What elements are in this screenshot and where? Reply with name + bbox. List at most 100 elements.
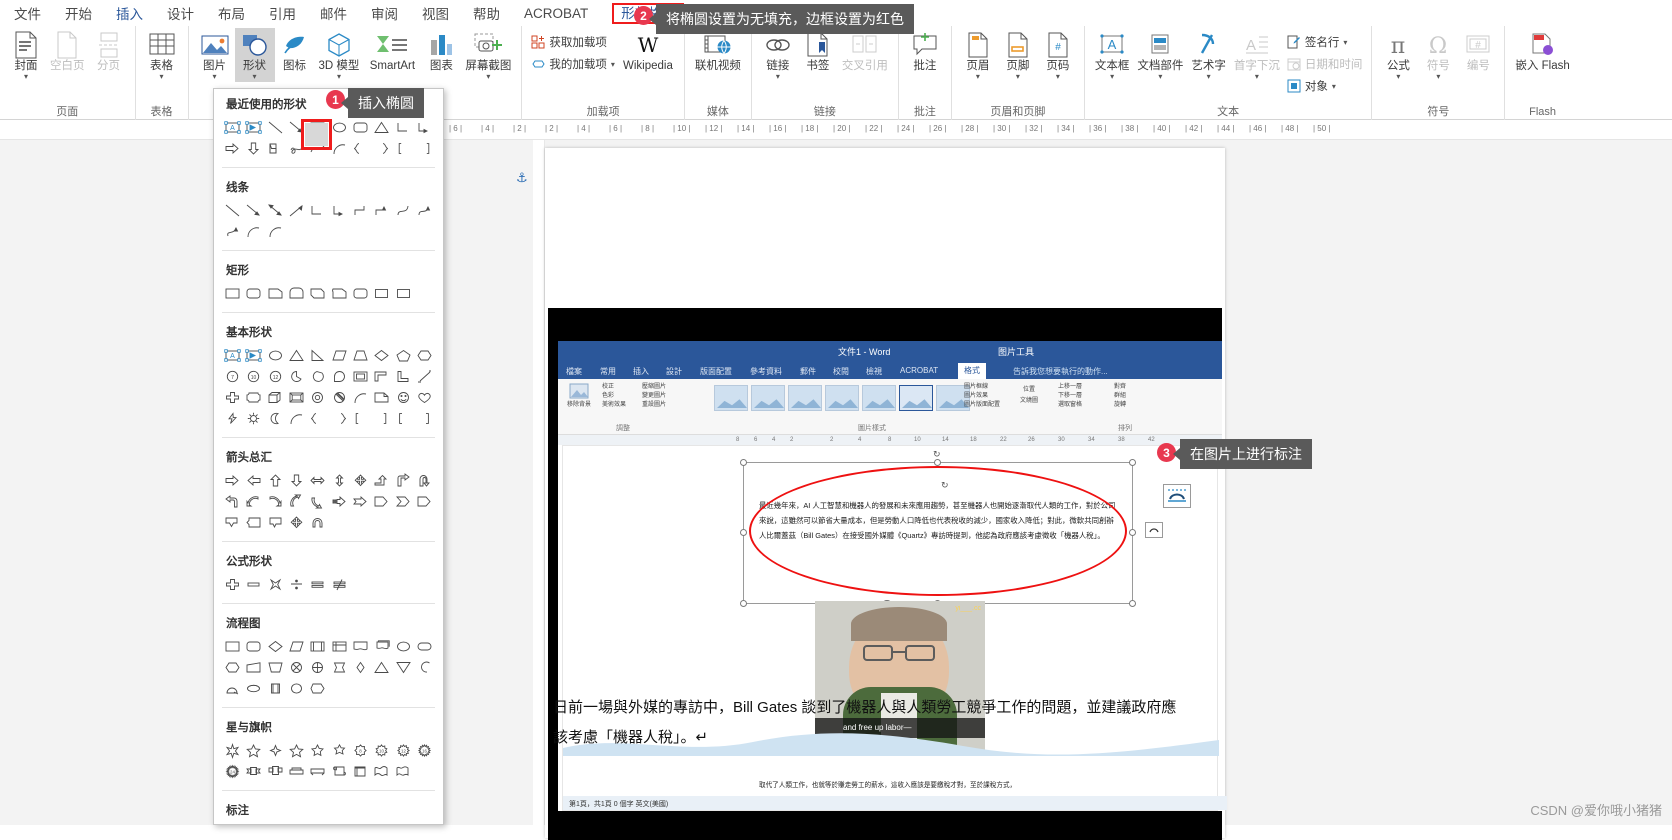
resize-handle[interactable] — [934, 459, 941, 466]
embedded-arrange-group[interactable]: 上移一層 下移一層 選取窗格 — [1058, 383, 1082, 410]
embedded-page[interactable]: ↻ ↻ 最近幾年來，AI 人工智慧和機器人的發展和未來應用趨勢，甚至機器人也開始… — [562, 445, 1227, 811]
vertical-ruler[interactable] — [533, 140, 545, 825]
equation-button[interactable]: π 公式 ▾ — [1378, 28, 1418, 82]
embedded-bring-forward-label[interactable]: 上移一層 — [1058, 383, 1082, 392]
shape-cross[interactable] — [222, 387, 243, 408]
shape-triangle[interactable] — [371, 117, 392, 138]
smartart-button[interactable]: SmartArt — [363, 28, 421, 75]
embedded-change-pic-label[interactable]: 變更圖片 — [642, 392, 666, 401]
shape-rect3[interactable] — [392, 283, 413, 304]
shape-ribbon2[interactable] — [265, 761, 286, 782]
link-button[interactable]: 链接 ▾ — [758, 28, 798, 82]
chart-button[interactable]: 图表 — [421, 28, 461, 75]
chevron-down-icon[interactable]: ▾ — [24, 73, 28, 81]
embedded-tab-file[interactable]: 檔案 — [566, 366, 582, 377]
shape-braceL[interactable] — [350, 408, 371, 429]
shape-curve4[interactable] — [222, 221, 243, 242]
shape-elbow2[interactable] — [414, 117, 435, 138]
embedded-adjust-small-buttons[interactable]: 校正 色彩 美術效果 — [602, 383, 626, 410]
shape-magDrum[interactable] — [286, 678, 307, 699]
shape-star5b[interactable] — [243, 740, 264, 761]
3d-model-button[interactable]: 3D 模型 ▾ — [315, 28, 364, 82]
embedded-tab-insert[interactable]: 插入 — [633, 366, 649, 377]
embedded-compress-label[interactable]: 壓縮圖片 — [642, 383, 666, 392]
shape-multidoc[interactable] — [371, 636, 392, 657]
embedded-remove-bg-button[interactable]: 移除背景 — [564, 383, 594, 417]
gallery-grid-lines[interactable] — [214, 198, 443, 246]
shape-stripedR[interactable] — [328, 491, 349, 512]
shape-elbow2[interactable] — [328, 200, 349, 221]
gallery-grid-arrows[interactable] — [214, 468, 443, 537]
ribbon-tab-design[interactable]: 设计 — [155, 1, 206, 25]
shape-elbow3[interactable] — [350, 200, 371, 221]
shape-smiley[interactable] — [392, 387, 413, 408]
header-button[interactable]: 页眉 ▾ — [958, 28, 998, 82]
embedded-pic-effects-label[interactable]: 圖片效果 — [964, 392, 1000, 401]
shape-braceL[interactable] — [392, 138, 413, 159]
shape-roundrect[interactable] — [243, 636, 264, 657]
shape-arrowU[interactable] — [265, 470, 286, 491]
shape-store[interactable] — [222, 678, 243, 699]
shape-sun[interactable] — [243, 408, 264, 429]
shape-merge[interactable] — [414, 657, 435, 678]
shape-snip1[interactable] — [265, 283, 286, 304]
shape-cube[interactable] — [265, 387, 286, 408]
shape-curve2[interactable] — [392, 200, 413, 221]
page-break-button[interactable]: 分页 — [89, 28, 129, 75]
shape-brR[interactable] — [371, 138, 392, 159]
gallery-grid-flowchart[interactable] — [214, 634, 443, 703]
chevron-down-icon[interactable]: ▾ — [976, 73, 980, 81]
shape-sumJunction[interactable] — [350, 657, 371, 678]
ribbon-tab-mailings[interactable]: 邮件 — [308, 1, 359, 25]
shape-curvedD[interactable] — [307, 491, 328, 512]
shape-terminator[interactable] — [414, 636, 435, 657]
shape-manualOp[interactable] — [265, 657, 286, 678]
shape-plaque[interactable] — [243, 387, 264, 408]
embedded-tab-review[interactable]: 校閱 — [833, 366, 849, 377]
shape-curve3[interactable] — [414, 200, 435, 221]
page-number-button[interactable]: # 页码 ▾ — [1038, 28, 1078, 82]
shape-round2same[interactable] — [286, 283, 307, 304]
shape-scroll[interactable] — [328, 761, 349, 782]
picture-style-thumb[interactable] — [862, 385, 896, 411]
shape-arrowD[interactable] — [243, 138, 264, 159]
shape-notchedR[interactable] — [350, 491, 371, 512]
shape-fourWay[interactable] — [286, 512, 307, 533]
shape-arrow2[interactable] — [286, 200, 307, 221]
embedded-align-group[interactable]: 對齊 群組 旋轉 — [1114, 383, 1126, 410]
picture-button[interactable]: 图片 ▾ — [195, 28, 235, 82]
shape-pie[interactable] — [286, 366, 307, 387]
ribbon-tab-home[interactable]: 开始 — [53, 1, 104, 25]
embedded-send-backward-label[interactable]: 下移一層 — [1058, 392, 1082, 401]
shape-oval[interactable] — [392, 636, 413, 657]
chevron-down-icon[interactable]: ▾ — [1396, 73, 1400, 81]
shape-arrowR[interactable] — [222, 470, 243, 491]
shape-star5[interactable] — [286, 740, 307, 761]
chevron-down-icon[interactable]: ▾ — [776, 73, 780, 81]
shape-wave2[interactable] — [392, 761, 413, 782]
shape-star12[interactable]: 12 — [392, 740, 413, 761]
embed-flash-button[interactable]: 嵌入 Flash — [1511, 28, 1573, 75]
embedded-adjust-small-buttons-2[interactable]: 壓縮圖片 變更圖片 重設圖片 — [642, 383, 666, 410]
shape-rect[interactable] — [222, 283, 243, 304]
text-box-button[interactable]: A 文本框 ▾ — [1091, 28, 1134, 82]
shape-oct[interactable]: 10 — [243, 366, 264, 387]
shape-arc2[interactable] — [265, 221, 286, 242]
shape-rect[interactable] — [222, 636, 243, 657]
shape-predefined[interactable] — [307, 636, 328, 657]
shape-arrow[interactable] — [243, 200, 264, 221]
footer-button[interactable]: 页脚 ▾ — [998, 28, 1038, 82]
shape-diag[interactable] — [414, 366, 435, 387]
shape-arcshape[interactable] — [286, 408, 307, 429]
shape-foldcorner[interactable] — [371, 387, 392, 408]
shape-brL[interactable] — [350, 138, 371, 159]
chevron-down-icon[interactable]: ▾ — [1343, 38, 1347, 46]
shape-trap[interactable] — [350, 345, 371, 366]
shape-braceR[interactable] — [371, 408, 392, 429]
shape-bentUp[interactable] — [371, 470, 392, 491]
shape-rtri[interactable] — [307, 345, 328, 366]
my-addins-button[interactable]: 我的加载项 ▾ — [528, 54, 618, 74]
wordart-button[interactable]: 艺术字 ▾ — [1187, 28, 1230, 82]
shape-hep[interactable]: 7 — [222, 366, 243, 387]
chevron-down-icon[interactable]: ▾ — [1436, 73, 1440, 81]
